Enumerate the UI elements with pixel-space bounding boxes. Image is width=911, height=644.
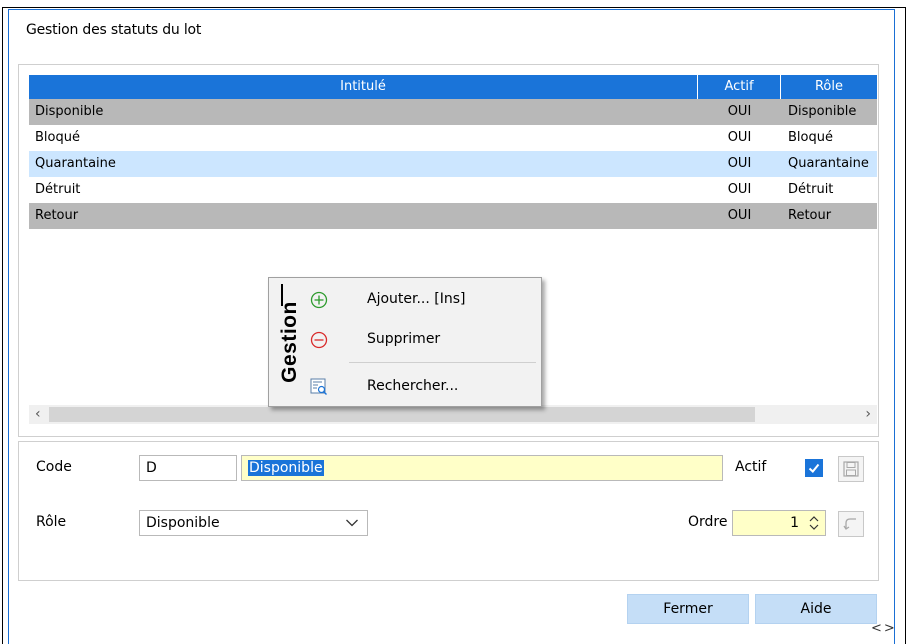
cell-role: Détruit	[788, 182, 834, 197]
side-label-text: Gestion	[278, 301, 301, 383]
cell-intitule: Bloqué	[35, 130, 80, 145]
save-button[interactable]	[838, 456, 864, 482]
cell-actif: OUI	[727, 208, 752, 223]
role-select[interactable]: Disponible	[139, 510, 368, 536]
search-list-icon	[310, 378, 327, 395]
remove-circle-icon	[310, 331, 328, 349]
menu-item-delete-label: Supprimer	[367, 331, 441, 347]
cell-role: Quarantaine	[788, 156, 869, 171]
intitule-field[interactable]: Disponible	[241, 455, 723, 481]
column-header-role[interactable]: Rôle	[781, 75, 877, 99]
spinner-arrows-icon[interactable]	[808, 515, 820, 531]
menu-item-search[interactable]: Rechercher...	[309, 371, 539, 401]
table-row[interactable]: Quarantaine OUI Quarantaine	[29, 151, 877, 177]
role-select-value: Disponible	[146, 515, 220, 531]
menu-item-search-label: Rechercher...	[367, 378, 459, 394]
cell-actif: OUI	[727, 182, 752, 197]
edit-form: Code D Disponible Actif Rôle Disponible …	[18, 441, 879, 581]
column-header-intitule[interactable]: Intitulé	[29, 75, 698, 99]
menu-item-add[interactable]: Ajouter... [Ins]	[309, 284, 539, 314]
cell-intitule: Disponible	[35, 104, 104, 119]
undo-button[interactable]	[838, 511, 864, 537]
add-circle-icon	[310, 291, 328, 309]
menu-item-delete[interactable]: Supprimer	[309, 324, 539, 354]
side-bar-mark	[281, 284, 283, 306]
menu-item-add-label: Ajouter... [Ins]	[367, 291, 466, 307]
cell-actif: OUI	[727, 130, 752, 145]
table-row[interactable]: Bloqué OUI Bloqué	[29, 125, 877, 151]
checkmark-icon	[808, 463, 820, 473]
cell-role: Retour	[788, 208, 832, 223]
grid-header: Intitulé Actif Rôle	[29, 75, 877, 99]
cell-role: Bloqué	[788, 130, 833, 145]
cell-actif: OUI	[727, 156, 752, 171]
context-menu: Gestion Ajouter... [Ins] Supprimer Reche…	[268, 277, 542, 407]
code-label: Code	[36, 459, 72, 475]
scroll-right-icon[interactable]: ›	[865, 405, 871, 424]
horizontal-scrollbar[interactable]: ‹ ›	[29, 405, 877, 424]
resize-arrows-icon[interactable]: <>	[871, 621, 897, 636]
intitule-selected-text: Disponible	[248, 460, 324, 476]
save-icon	[843, 461, 859, 477]
table-row[interactable]: Retour OUI Retour	[29, 203, 877, 229]
window-title: Gestion des statuts du lot	[26, 22, 202, 38]
scrollbar-thumb[interactable]	[49, 407, 755, 422]
table-row[interactable]: Disponible OUI Disponible	[29, 99, 877, 125]
cell-actif: OUI	[727, 104, 752, 119]
role-label: Rôle	[36, 514, 67, 530]
close-button[interactable]: Fermer	[627, 594, 749, 624]
cell-intitule: Détruit	[35, 182, 81, 197]
code-field[interactable]: D	[139, 455, 237, 481]
actif-checkbox[interactable]	[805, 459, 823, 477]
cell-intitule: Quarantaine	[35, 156, 116, 171]
scroll-left-icon[interactable]: ‹	[35, 405, 41, 424]
undo-icon	[843, 518, 856, 530]
actif-label: Actif	[735, 459, 767, 475]
menu-separator	[349, 362, 536, 363]
column-header-actif[interactable]: Actif	[698, 75, 781, 99]
help-button[interactable]: Aide	[755, 594, 877, 624]
ordre-label: Ordre	[688, 514, 728, 530]
chevron-down-icon	[346, 519, 358, 527]
cell-role: Disponible	[788, 104, 857, 119]
table-row[interactable]: Détruit OUI Détruit	[29, 177, 877, 203]
context-menu-side-label: Gestion	[273, 282, 307, 402]
cell-intitule: Retour	[35, 208, 79, 223]
